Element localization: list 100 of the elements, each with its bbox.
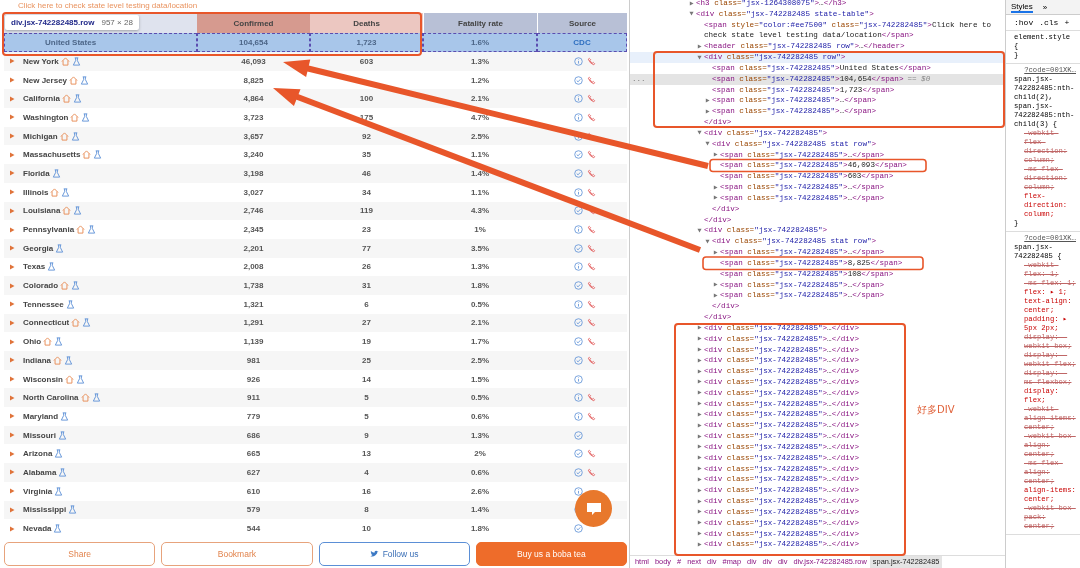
state-name[interactable]: Connecticut (23, 318, 70, 328)
collapsed-arrow-icon[interactable] (697, 455, 702, 461)
state-name[interactable]: Colorado (23, 281, 59, 291)
caret-icon[interactable] (9, 170, 15, 177)
flask-icon[interactable] (93, 150, 103, 160)
collapsed-arrow-icon[interactable] (697, 520, 702, 526)
flask-icon[interactable] (72, 94, 82, 104)
check-circle-icon[interactable] (574, 243, 583, 253)
info-icon[interactable] (574, 112, 583, 122)
check-circle-icon[interactable] (574, 281, 583, 291)
collapsed-arrow-icon[interactable] (697, 509, 702, 515)
state-name[interactable]: North Carolina (23, 393, 79, 403)
caret-icon[interactable] (9, 357, 15, 364)
house-icon[interactable] (82, 150, 92, 160)
caret-icon[interactable] (9, 488, 15, 495)
collapsed-arrow-icon[interactable] (697, 411, 702, 417)
state-name[interactable]: Georgia (23, 243, 54, 253)
house-icon[interactable] (60, 281, 70, 291)
caret-icon[interactable] (9, 263, 15, 270)
flask-icon[interactable] (54, 449, 64, 459)
state-name[interactable]: Massachusetts (23, 150, 81, 160)
flask-icon[interactable] (91, 393, 101, 403)
collapsed-arrow-icon[interactable] (697, 541, 702, 547)
caret-icon[interactable] (9, 525, 15, 532)
state-name[interactable]: Washington (23, 112, 69, 122)
flask-icon[interactable] (82, 318, 92, 328)
check-circle-icon[interactable] (574, 75, 583, 85)
caret-icon[interactable] (9, 338, 15, 345)
collapsed-arrow-icon[interactable] (697, 466, 702, 472)
check-circle-icon[interactable] (574, 150, 583, 160)
caret-icon[interactable] (9, 301, 15, 308)
flask-icon[interactable] (60, 411, 70, 421)
collapsed-arrow-icon[interactable] (697, 379, 702, 385)
flask-icon[interactable] (80, 75, 90, 85)
expanded-arrow-icon[interactable] (705, 238, 710, 244)
caret-icon[interactable] (9, 319, 15, 326)
styles-tab[interactable]: Styles (1011, 1, 1033, 13)
expanded-arrow-icon[interactable] (689, 11, 694, 17)
state-name[interactable]: Virginia (23, 486, 53, 496)
house-icon[interactable] (53, 355, 62, 365)
house-icon[interactable] (76, 225, 86, 235)
column-header[interactable]: Confirmed (197, 13, 310, 33)
info-icon[interactable] (574, 411, 583, 421)
check-circle-icon[interactable] (574, 168, 583, 178)
caret-icon[interactable] (9, 394, 15, 401)
check-circle-icon[interactable] (574, 524, 583, 534)
house-icon[interactable] (71, 318, 81, 328)
column-header[interactable]: Fatality rate (423, 13, 537, 33)
action-button[interactable]: Follow us (318, 542, 470, 566)
column-header[interactable]: Source (537, 13, 627, 33)
collapsed-arrow-icon[interactable] (697, 433, 702, 439)
check-circle-icon[interactable] (574, 337, 583, 347)
collapsed-arrow-icon[interactable] (713, 195, 718, 201)
state-name[interactable]: Pennsylvania (23, 225, 75, 235)
caret-icon[interactable] (9, 77, 15, 84)
expanded-arrow-icon[interactable] (697, 130, 702, 136)
caret-icon[interactable] (9, 226, 15, 233)
state-name[interactable]: Maryland (23, 411, 59, 421)
state-name[interactable]: Wisconsin (23, 374, 63, 384)
state-name[interactable]: New Jersey (23, 75, 68, 85)
collapsed-arrow-icon[interactable] (705, 108, 710, 114)
collapsed-arrow-icon[interactable] (713, 292, 718, 298)
flask-icon[interactable] (87, 225, 97, 235)
house-icon[interactable] (69, 75, 79, 85)
collapsed-arrow-icon[interactable] (713, 184, 718, 190)
collapsed-arrow-icon[interactable] (697, 401, 702, 407)
flask-icon[interactable] (64, 355, 73, 365)
house-icon[interactable] (80, 393, 90, 403)
state-name[interactable]: Arizona (23, 449, 53, 459)
house-icon[interactable] (62, 206, 72, 216)
collapsed-arrow-icon[interactable] (713, 282, 718, 288)
caret-icon[interactable] (9, 506, 15, 513)
collapsed-arrow-icon[interactable] (697, 43, 702, 49)
caret-icon[interactable] (9, 151, 15, 158)
house-icon[interactable] (50, 187, 60, 197)
collapsed-arrow-icon[interactable] (697, 422, 702, 428)
state-name[interactable]: Texas (23, 262, 46, 272)
house-icon[interactable] (70, 112, 80, 122)
state-name[interactable]: Ohio (23, 337, 42, 347)
info-icon[interactable] (574, 94, 583, 104)
flask-icon[interactable] (47, 262, 57, 272)
info-icon[interactable] (574, 225, 583, 235)
more-tabs-button[interactable]: » (1042, 2, 1048, 12)
state-name[interactable]: Illinois (23, 187, 49, 197)
expanded-arrow-icon[interactable] (697, 54, 702, 60)
house-icon[interactable] (43, 337, 53, 347)
state-name[interactable]: Michigan (23, 131, 58, 141)
flask-icon[interactable] (58, 467, 68, 477)
flask-icon[interactable] (54, 486, 64, 496)
expanded-arrow-icon[interactable] (705, 141, 710, 147)
info-icon[interactable] (574, 374, 583, 384)
flask-icon[interactable] (65, 299, 75, 309)
collapsed-arrow-icon[interactable] (697, 444, 702, 450)
info-icon[interactable] (574, 56, 583, 66)
chat-button[interactable] (575, 490, 612, 527)
check-circle-icon[interactable] (574, 318, 583, 328)
flask-icon[interactable] (75, 374, 85, 384)
house-icon[interactable] (61, 94, 71, 104)
filter-button[interactable]: .cls (1039, 18, 1059, 27)
collapsed-arrow-icon[interactable] (697, 368, 702, 374)
